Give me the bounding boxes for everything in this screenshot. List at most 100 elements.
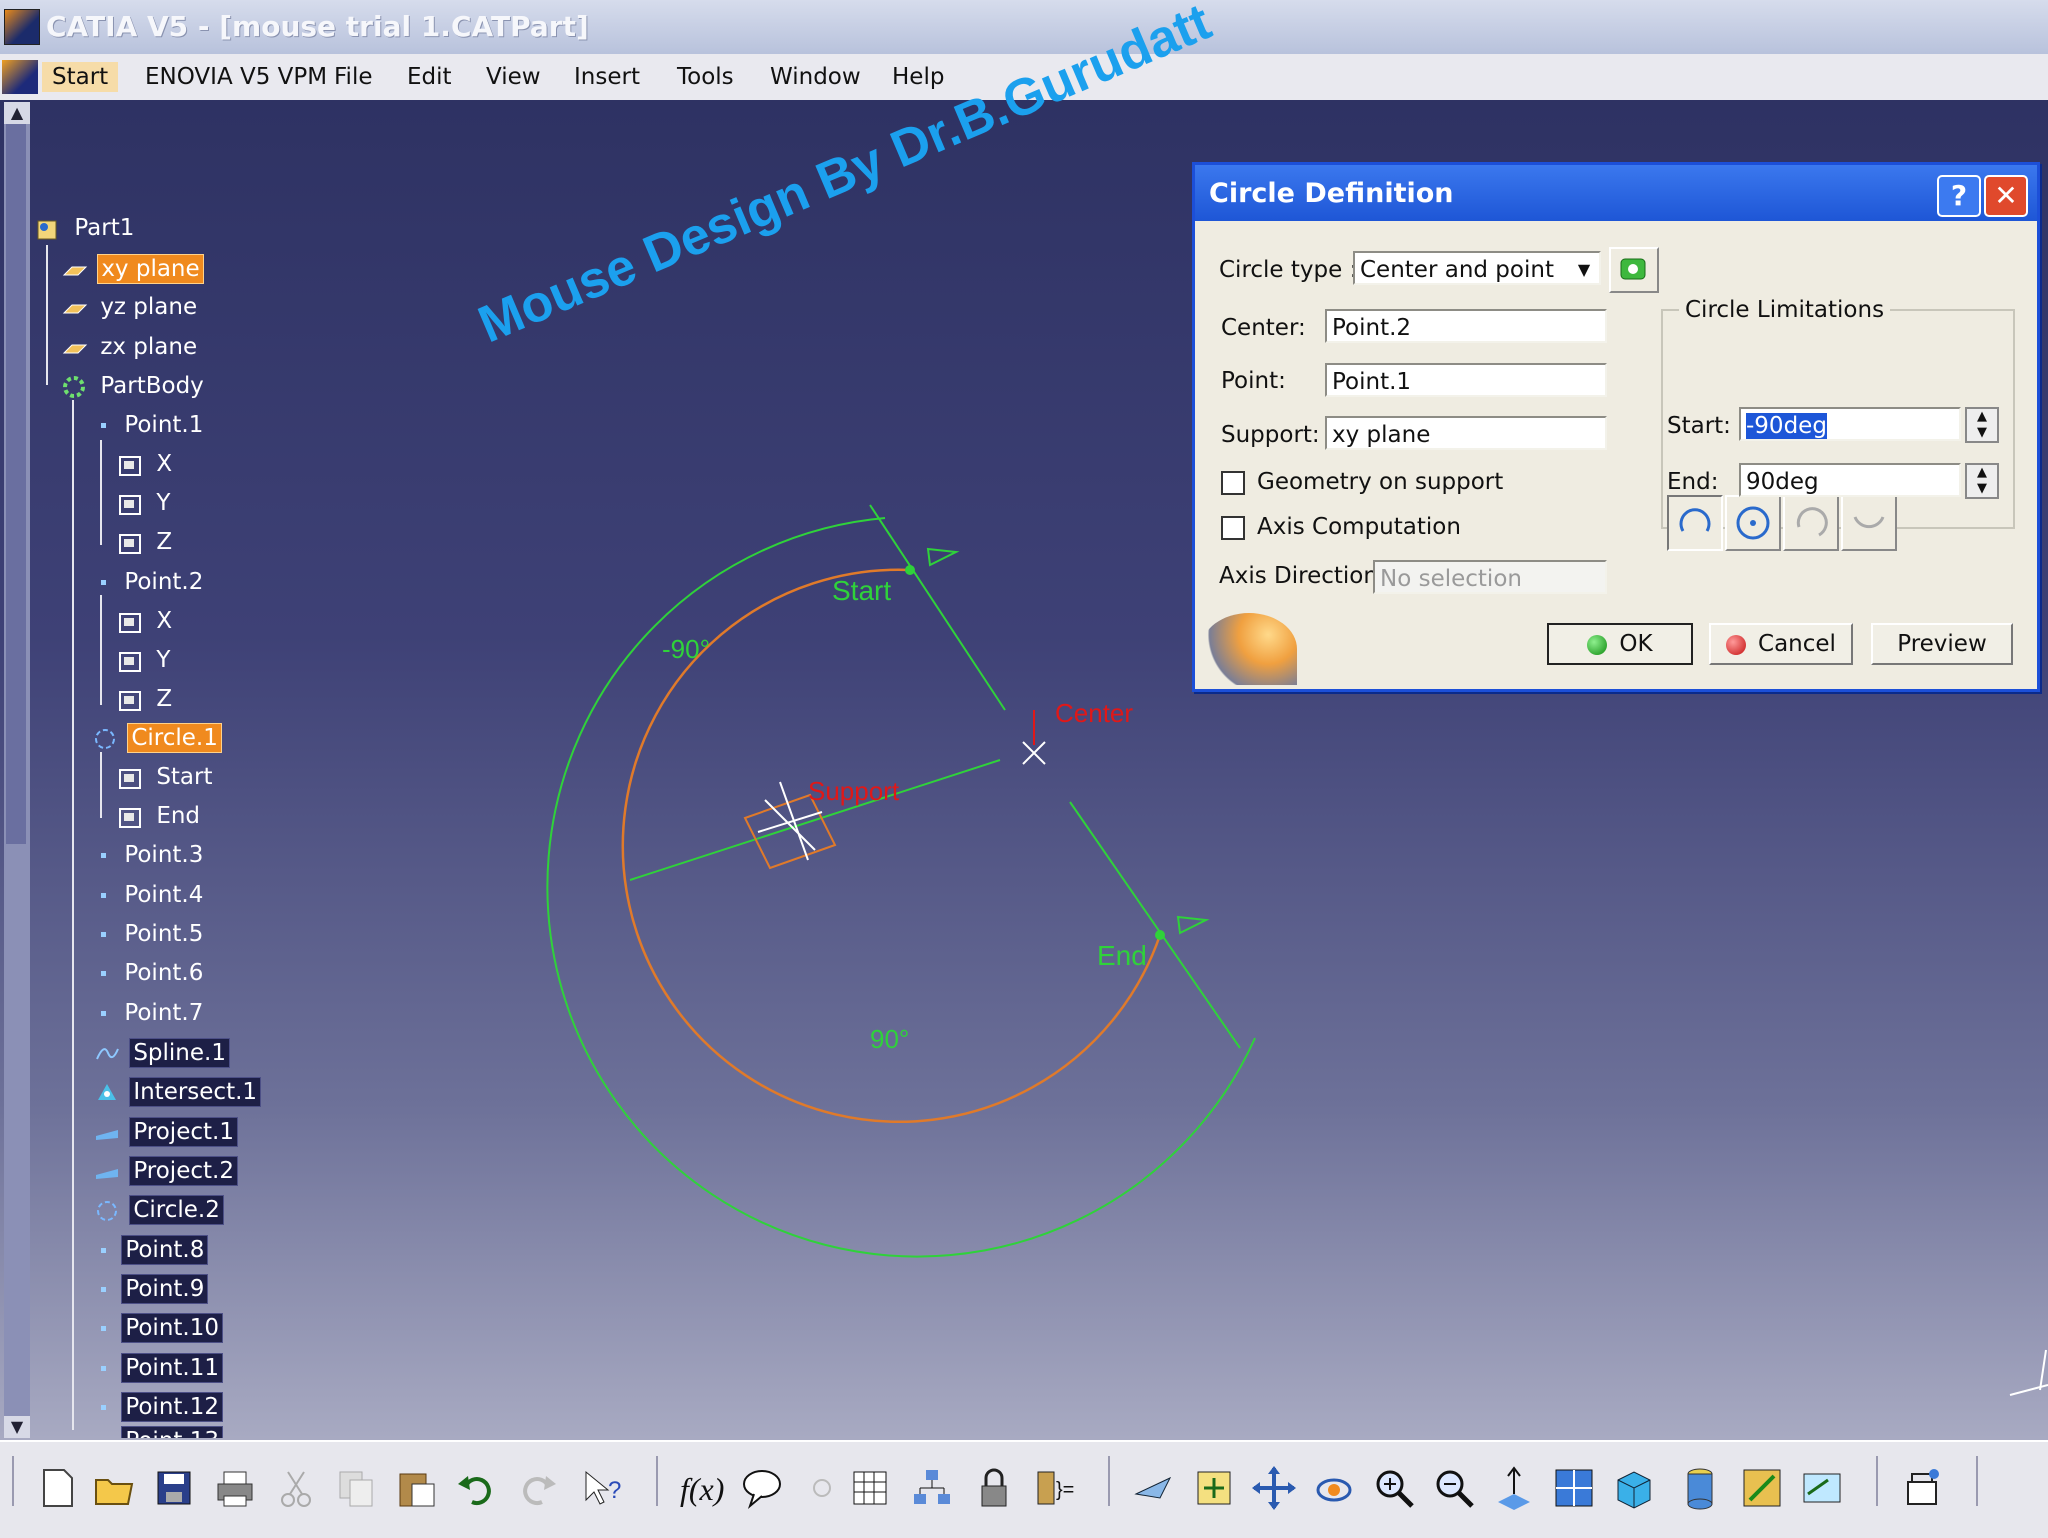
part-arc-button[interactable] [1667, 495, 1723, 551]
help-question-icon[interactable]: ? [1937, 175, 1981, 217]
spin-up-icon[interactable]: ▲ [1967, 409, 1997, 425]
circle-definition-dialog: Circle Definition ? ✕ Circle type : Cent… [1192, 162, 2040, 692]
start-dimension-line [869, 504, 1006, 711]
globe-decoration-icon [1201, 613, 1297, 685]
center-label: Center: [1221, 315, 1306, 341]
sketch-start-label: Start [832, 575, 891, 606]
sketch-center-label: Center [1055, 698, 1133, 728]
geometry-on-support-label: Geometry on support [1257, 469, 1504, 495]
support-field[interactable]: xy plane [1325, 416, 1607, 450]
complementary-circle-button[interactable] [1841, 495, 1897, 551]
print-icon[interactable] [210, 1464, 258, 1512]
end-label: End: [1667, 469, 1719, 495]
geometry-on-support-checkbox[interactable] [1221, 471, 1245, 495]
svg-text:}=: }= [1056, 1479, 1074, 1501]
toolbar-separator [1108, 1456, 1110, 1506]
sketch-angle-end-label: 90° [870, 1024, 909, 1054]
toolbar-separator [656, 1456, 658, 1506]
fly-mode-icon[interactable] [1130, 1464, 1178, 1512]
start-arrow-icon[interactable] [926, 547, 960, 567]
sketch-angle-start-label: -90° [662, 634, 710, 664]
swap-visible-space-icon[interactable] [1798, 1464, 1846, 1512]
spin-down-icon[interactable]: ▼ [1967, 425, 1997, 441]
start-point-marker[interactable] [905, 565, 915, 575]
zoom-out-icon[interactable] [1430, 1464, 1478, 1512]
fit-all-in-icon[interactable] [1190, 1464, 1238, 1512]
support-label: Support: [1221, 422, 1320, 448]
ok-button[interactable]: OK [1547, 623, 1693, 665]
save-icon[interactable] [150, 1464, 198, 1512]
axis-computation-label: Axis Computation [1257, 514, 1461, 540]
start-label: Start: [1667, 413, 1731, 439]
shading-icon[interactable] [1676, 1464, 1724, 1512]
hide-show-icon[interactable] [1738, 1464, 1786, 1512]
multi-view-icon[interactable] [1550, 1464, 1598, 1512]
standard-toolbar: ? f(x) }= [0, 1440, 2048, 1538]
complementary-circle-icon [1853, 516, 1885, 529]
spin-down-icon[interactable]: ▼ [1967, 481, 1997, 497]
start-angle-field[interactable]: -90deg [1739, 407, 1961, 441]
circle-type-icon [1620, 258, 1646, 280]
end-angle-field[interactable]: 90deg [1739, 463, 1961, 497]
ok-green-ball-icon [1587, 634, 1608, 655]
sketch-end-label: End [1097, 940, 1147, 971]
end-point-marker[interactable] [1155, 930, 1165, 940]
toolbar-separator [12, 1456, 14, 1506]
new-file-icon[interactable] [34, 1464, 82, 1512]
knowledge-icon[interactable] [798, 1464, 846, 1512]
toolbar-separator [1976, 1456, 1978, 1506]
trimmed-circle-icon [1796, 507, 1828, 537]
undo-icon[interactable] [452, 1464, 500, 1512]
toolbar-separator [1876, 1456, 1878, 1506]
catalog-browser-icon[interactable] [1898, 1464, 1946, 1512]
point-label: Point: [1221, 368, 1286, 394]
table-icon[interactable] [846, 1464, 894, 1512]
redo-icon[interactable] [514, 1464, 562, 1512]
circle-type-options-button[interactable] [1609, 247, 1659, 293]
rotate-icon[interactable] [1310, 1464, 1358, 1512]
circle-type-label: Circle type : [1219, 257, 1358, 283]
svg-text:?: ? [608, 1477, 621, 1504]
copy-icon[interactable] [332, 1464, 380, 1512]
formula-fx-icon[interactable]: f(x) [678, 1464, 726, 1512]
comment-bubble-icon[interactable] [738, 1464, 786, 1512]
pan-icon[interactable] [1250, 1464, 1298, 1512]
dialog-title: Circle Definition [1209, 178, 1454, 209]
compass-icon[interactable] [2009, 1349, 2048, 1396]
center-field[interactable]: Point.2 [1325, 309, 1607, 343]
lock-icon[interactable] [970, 1464, 1018, 1512]
whole-circle-button[interactable] [1725, 495, 1781, 551]
axis-direction-field[interactable]: No selection [1373, 560, 1607, 594]
cancel-red-ball-icon [1726, 634, 1747, 655]
paste-icon[interactable] [392, 1464, 440, 1512]
cancel-button[interactable]: Cancel [1709, 623, 1853, 665]
zoom-in-icon[interactable] [1370, 1464, 1418, 1512]
circle-type-dropdown[interactable]: Center and point ▼ [1353, 251, 1601, 285]
start-spinner[interactable]: ▲ ▼ [1965, 407, 1999, 443]
open-folder-icon[interactable] [90, 1464, 138, 1512]
point-field[interactable]: Point.1 [1325, 363, 1607, 397]
center-point-marker[interactable] [1022, 741, 1046, 765]
end-arrow-icon[interactable] [1176, 915, 1210, 935]
tree-expand-icon[interactable] [908, 1464, 956, 1512]
circle-limitations-title: Circle Limitations [1679, 297, 1891, 323]
svg-text:f(x): f(x) [680, 1471, 724, 1507]
isometric-view-icon[interactable] [1610, 1464, 1658, 1512]
whats-this-help-icon[interactable]: ? [578, 1464, 626, 1512]
spin-up-icon[interactable]: ▲ [1967, 465, 1997, 481]
part-arc-icon [1679, 508, 1711, 532]
trimmed-circle-button[interactable] [1783, 495, 1839, 551]
normal-view-icon[interactable] [1490, 1464, 1538, 1512]
chevron-down-icon[interactable]: ▼ [1569, 253, 1599, 283]
dialog-title-bar[interactable]: Circle Definition ? ✕ [1195, 165, 2037, 221]
axis-direction-label: Axis Direction: [1219, 563, 1386, 589]
preview-button[interactable]: Preview [1871, 623, 2013, 665]
end-spinner[interactable]: ▲ ▼ [1965, 463, 1999, 499]
close-icon[interactable]: ✕ [1984, 175, 2028, 217]
whole-circle-icon [1736, 506, 1770, 540]
cut-icon[interactable] [272, 1464, 320, 1512]
axis-computation-checkbox[interactable] [1221, 516, 1245, 540]
sketch-support-label: Support [808, 776, 900, 806]
parameters-equals-icon[interactable]: }= [1030, 1464, 1078, 1512]
end-dimension-line [1069, 801, 1241, 1049]
